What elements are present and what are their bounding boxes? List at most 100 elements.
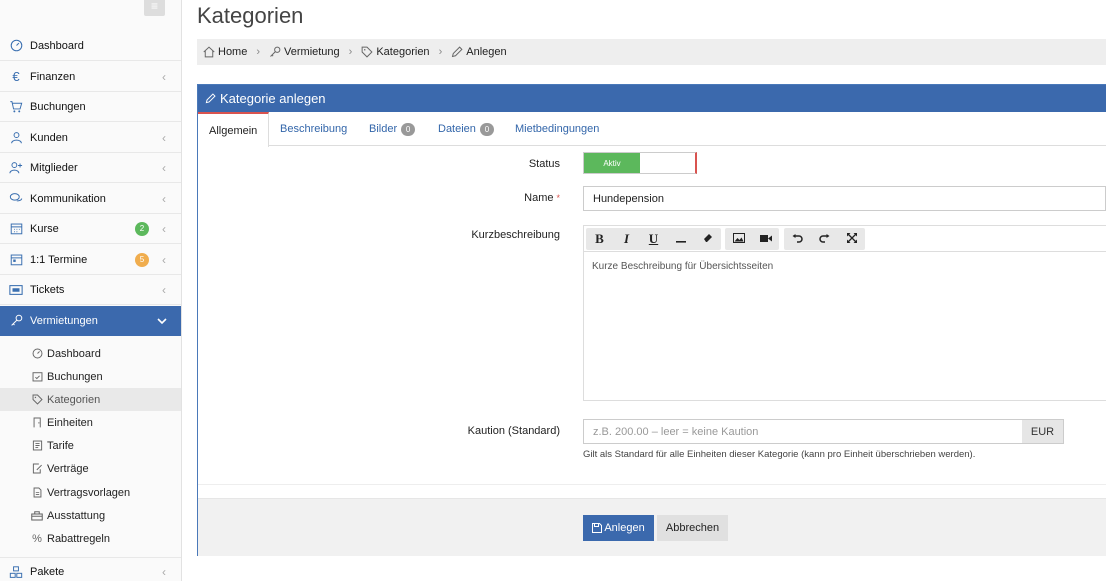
sidebar-sub-tarife[interactable]: Tarife <box>0 434 181 457</box>
media-button-group <box>725 228 779 250</box>
bold-icon: B <box>595 231 604 246</box>
tab-allgemein[interactable]: Allgemein <box>198 112 270 147</box>
sidebar: ≡ Dashboard € Finanzen ‹ Buchungen Kunde… <box>0 0 182 581</box>
short-description-label: Kurzbeschreibung <box>471 229 560 241</box>
sidebar-item-kunden[interactable]: Kunden ‹ <box>0 123 181 153</box>
tab-bilder[interactable]: Bilder 0 <box>369 112 416 146</box>
chevron-left-icon: ‹ <box>162 160 166 175</box>
currency-addon: EUR <box>1022 419 1064 444</box>
italic-button[interactable]: I <box>613 228 640 250</box>
category-form-card: Kategorie anlegen Allgemein Beschreibung… <box>197 84 1106 556</box>
sidebar-sub-vertragsvorlagen[interactable]: Vertragsvorlagen <box>0 481 181 504</box>
chevron-left-icon: ‹ <box>162 221 166 236</box>
sidebar-item-kommunikation[interactable]: Kommunikation ‹ <box>0 184 181 214</box>
dashboard-icon <box>9 39 23 53</box>
sidebar-sub-ausstattung[interactable]: Ausstattung <box>0 504 181 527</box>
submit-button[interactable]: Anlegen <box>583 515 654 541</box>
name-label-text: Name <box>524 192 554 204</box>
kurse-count-badge: 2 <box>135 221 149 236</box>
horizontal-rule-icon <box>675 232 686 246</box>
undo-button[interactable] <box>784 228 811 250</box>
sidebar-item-mitglieder[interactable]: Mitglieder ‹ <box>0 153 181 183</box>
video-icon <box>759 232 772 246</box>
sidebar-sub-einheiten[interactable]: Einheiten <box>0 411 181 434</box>
sidebar-sub-vertraege[interactable]: Verträge <box>0 457 181 480</box>
insert-video-button[interactable] <box>752 228 779 250</box>
pencil-icon <box>205 93 217 105</box>
sidebar-item-termine[interactable]: 1:1 Termine 5 ‹ <box>0 245 181 275</box>
sidebar-item-tickets[interactable]: Tickets ‹ <box>0 275 181 305</box>
user-icon <box>9 131 23 145</box>
redo-button[interactable] <box>811 228 838 250</box>
tab-label: Dateien <box>438 123 476 135</box>
tariff-icon <box>31 440 43 452</box>
chevron-left-icon: ‹ <box>162 252 166 267</box>
cancel-button[interactable]: Abbrechen <box>657 515 728 541</box>
sidebar-item-dashboard[interactable]: Dashboard <box>0 31 181 61</box>
breadcrumb: Home › Vermietung › Kategorien › Anlegen <box>197 39 1106 65</box>
horizontal-rule-button[interactable] <box>667 228 694 250</box>
sidebar-item-pakete[interactable]: Pakete ‹ <box>0 557 181 581</box>
breadcrumb-home[interactable]: Home <box>203 46 247 58</box>
sidebar-toggle-button[interactable]: ≡ <box>144 0 165 16</box>
tab-beschreibung[interactable]: Beschreibung <box>280 112 347 146</box>
chevron-down-icon <box>157 314 167 328</box>
underline-button[interactable]: U <box>640 228 667 250</box>
status-toggle-on: Aktiv <box>584 153 640 173</box>
sidebar-sub-buchungen[interactable]: Buchungen <box>0 365 181 388</box>
calendar-icon <box>9 222 23 236</box>
sidebar-item-kurse[interactable]: Kurse 2 ‹ <box>0 214 181 244</box>
format-button-group: B I U <box>586 228 721 250</box>
editor-toolbar: B I U <box>583 225 1106 251</box>
chevron-left-icon: ‹ <box>162 69 166 84</box>
redo-icon <box>819 232 830 246</box>
sidebar-item-label: Buchungen <box>30 100 86 113</box>
name-label: Name * <box>400 192 560 204</box>
breadcrumb-vermietung[interactable]: Vermietung <box>269 46 340 58</box>
form-footer: Anlegen Abbrechen <box>198 498 1106 556</box>
deposit-help-text: Gilt als Standard für alle Einheiten die… <box>583 449 976 460</box>
percent-icon: % <box>32 532 42 545</box>
editor-placeholder: Kurze Beschreibung für Übersichtsseiten <box>592 261 774 272</box>
chevron-left-icon: ‹ <box>162 191 166 206</box>
status-label: Status <box>528 158 560 170</box>
sidebar-sub-label: Tarife <box>47 439 74 452</box>
sidebar-item-label: Kunden <box>30 131 68 144</box>
fullscreen-button[interactable] <box>838 228 865 250</box>
deposit-input[interactable] <box>583 419 1023 444</box>
short-description-editor[interactable]: Kurze Beschreibung für Übersichtsseiten <box>583 251 1106 401</box>
sidebar-sub-kategorien[interactable]: Kategorien <box>0 388 181 411</box>
sidebar-sub-label: Ausstattung <box>47 509 106 522</box>
status-toggle[interactable]: Aktiv <box>583 152 697 174</box>
divider <box>198 484 1106 485</box>
key-icon <box>9 314 23 328</box>
euro-icon: € <box>12 69 20 84</box>
name-input[interactable] <box>583 186 1106 211</box>
cart-icon <box>9 100 23 114</box>
insert-image-button[interactable] <box>725 228 752 250</box>
save-icon <box>592 523 603 533</box>
sidebar-item-finanzen[interactable]: € Finanzen ‹ <box>0 62 181 92</box>
submit-button-label: Anlegen <box>604 522 645 534</box>
breadcrumb-kategorien[interactable]: Kategorien <box>361 46 430 58</box>
clear-format-button[interactable] <box>694 228 721 250</box>
tab-label: Bilder <box>369 123 398 135</box>
sidebar-item-label: 1:1 Termine <box>30 253 88 266</box>
chevron-left-icon: ‹ <box>162 565 166 579</box>
sidebar-sub-rabattregeln[interactable]: % Rabattregeln <box>0 527 181 550</box>
sidebar-item-label: Mitglieder <box>30 161 78 174</box>
sidebar-sub-dashboard[interactable]: Dashboard <box>0 342 181 365</box>
sidebar-item-vermietungen[interactable]: Vermietungen <box>0 306 181 336</box>
tag-icon <box>361 46 373 58</box>
bold-button[interactable]: B <box>586 228 613 250</box>
eraser-icon <box>703 232 713 246</box>
card-title: Kategorie anlegen <box>220 91 326 106</box>
tab-mietbedingungen[interactable]: Mietbedingungen <box>515 112 599 146</box>
calendar-check-icon <box>31 371 43 383</box>
door-icon <box>31 417 43 429</box>
tag-icon <box>31 394 43 406</box>
tab-dateien[interactable]: Dateien 0 <box>438 112 494 146</box>
tab-label: Mietbedingungen <box>515 123 600 135</box>
calendar-day-icon <box>9 253 23 267</box>
sidebar-item-buchungen[interactable]: Buchungen <box>0 92 181 122</box>
